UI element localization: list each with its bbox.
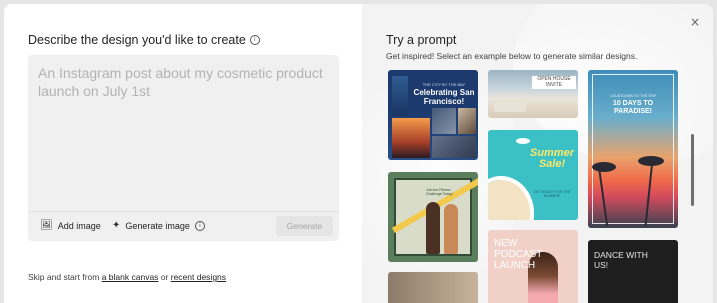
generate-image-button[interactable]: ✦ Generate image i [112,220,205,231]
create-design-dialog: Describe the design you'd like to create… [4,4,713,303]
prompt-panel: Describe the design you'd like to create… [4,4,362,303]
card-title: Join the Fitness Challenge Today! [426,188,453,196]
prompt-title-text: Describe the design you'd like to create [28,33,246,47]
image-add-icon: 🖼 [40,220,53,231]
card-person [444,204,458,254]
try-prompt-subtitle: Get inspired! Select an example below to… [386,51,638,61]
card-photo [432,108,456,134]
info-icon[interactable]: i [249,35,260,45]
card-photo [458,108,476,134]
scrollbar-thumb[interactable] [691,134,694,206]
example-card-san-francisco[interactable]: THE CITY BY THE BAY Celebrating San Fran… [388,70,478,160]
card-photo [392,76,408,116]
card-subtitle: GET READY FOR THE SUMMER! [533,190,571,198]
generate-image-label: Generate image [125,220,190,231]
card-kicker: COUNTDOWN TO THE TRIP [609,94,657,98]
example-card-partial[interactable] [388,272,478,303]
card-title: THE CITY BY THE BAY Celebrating San Fran… [412,82,476,106]
card-photo [432,136,476,158]
skip-line: Skip and start from a blank canvas or re… [28,272,226,282]
example-card-paradise[interactable]: COUNTDOWN TO THE TRIP 10 DAYS TO PARADIS… [588,70,678,228]
example-card-podcast[interactable]: NEW PODCAST LAUNCH [488,230,578,303]
card-title: NEW PODCAST LAUNCH [494,238,543,271]
try-prompt-panel: × Try a prompt Get inspired! Select an e… [362,4,713,303]
prompt-box: An Instagram post about my cosmetic prod… [28,55,339,241]
card-title: Summer Sale! [529,147,575,170]
prompt-input[interactable]: An Instagram post about my cosmetic prod… [38,64,328,100]
sparkle-icon: ✦ [112,220,121,231]
card-frame: Join the Fitness Challenge Today! [391,172,478,256]
card-photo [494,102,526,112]
info-icon[interactable]: i [194,220,205,231]
card-title-text: 10 DAYS TO PARADISE! [612,100,654,115]
try-prompt-title: Try a prompt [386,33,457,47]
prompt-toolbar: 🖼 Add image ✦ Generate image i Generate [28,211,339,241]
wave-shape [488,176,534,220]
plane-shape [516,138,530,144]
card-photo [392,118,430,158]
add-image-button[interactable]: 🖼 Add image [40,220,101,231]
blank-canvas-link[interactable]: a blank canvas [102,272,159,282]
add-image-label: Add image [57,220,101,231]
example-card-fitness[interactable]: Join the Fitness Challenge Today! [388,172,478,262]
card-kicker: THE CITY BY THE BAY [422,82,466,87]
card-title: OPEN HOUSE INVITE [532,76,576,89]
skip-prefix: Skip and start from [28,272,100,282]
example-card-dance[interactable]: DANCE WITH US! [588,240,678,303]
generate-button[interactable]: Generate [276,216,333,236]
card-person [426,202,440,254]
palm-tree [592,162,616,172]
or-text: or [160,272,169,282]
card-title: DANCE WITH US! [594,250,648,270]
card-title: COUNTDOWN TO THE TRIP 10 DAYS TO PARADIS… [594,92,672,116]
card-title-text: Celebrating San Francisco! [413,88,475,106]
prompt-panel-title: Describe the design you'd like to create… [28,33,260,47]
example-card-open-house[interactable]: OPEN HOUSE INVITE [488,70,578,118]
example-card-summer-sale[interactable]: Summer Sale! GET READY FOR THE SUMMER! [488,130,578,220]
close-icon[interactable]: × [690,15,700,29]
recent-designs-link[interactable]: recent designs [171,272,226,282]
